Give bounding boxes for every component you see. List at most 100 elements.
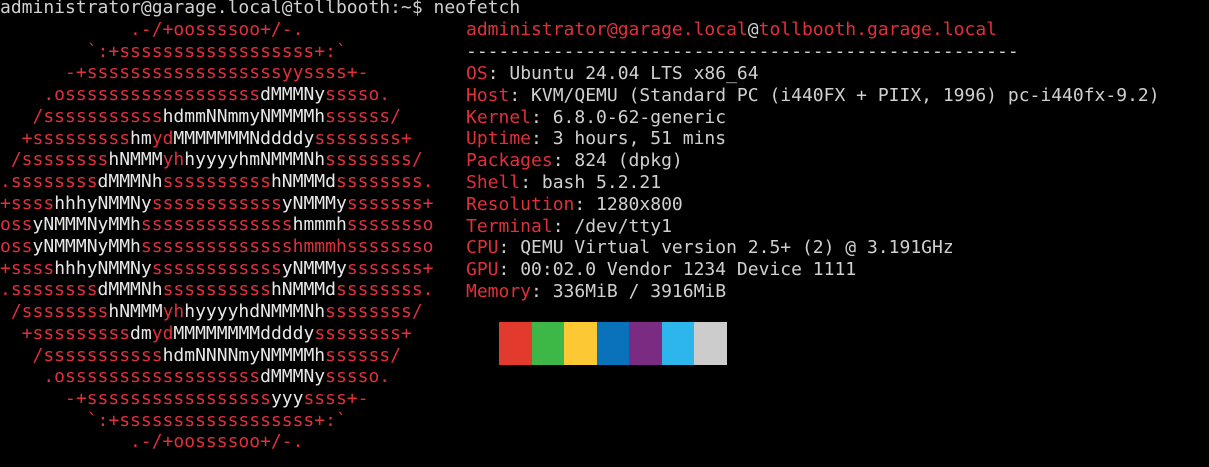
color-swatch: [499, 322, 532, 365]
prompt-path: :~$: [390, 0, 423, 18]
logo-segment: hNMMM: [108, 149, 163, 171]
logo-line: /ssssssssssshdmNNNNmyNMMMMhssssss/: [0, 345, 401, 367]
logo-segment: .ossssssssssssssssss: [0, 366, 261, 388]
logo-segment: oss: [0, 214, 33, 236]
logo-segment: hm: [130, 127, 152, 149]
logo-segment: yNMMMNyMMh: [32, 236, 141, 257]
logo-line: /sssssssshNMMMyhhyyyyhdNMMMNhssssssss/: [0, 301, 423, 323]
info-separator: ----------------------------------------…: [466, 41, 1019, 62]
logo-segment: ssssssss.: [335, 170, 434, 192]
color-palette-blocks: [499, 322, 727, 365]
logo-segment: ssssssssssss: [151, 192, 282, 214]
info-field-value: : 336MiB / 3916MiB: [531, 281, 727, 302]
info-field-cpu: CPU: QEMU Virtual version 2.5+ (2) @ 3.1…: [466, 237, 954, 259]
info-field-value: : /dev/tty1: [552, 215, 672, 237]
color-swatch: [564, 322, 597, 365]
logo-segment: ssssssss/: [325, 301, 423, 323]
logo-segment: hNMMMd: [270, 170, 336, 192]
logo-line: .ssssssssdMMMNhsssssssssshNMMMdssssssss.: [0, 171, 434, 193]
info-field-key: GPU: [466, 259, 499, 281]
logo-segment: .-/+oossssoo+/-.: [0, 431, 304, 453]
logo-segment: oss: [0, 236, 33, 257]
logo-segment: /ssssssss: [0, 149, 109, 171]
info-field-memory: Memory: 336MiB / 3916MiB: [466, 281, 726, 303]
logo-segment: hhhyNMMNy: [54, 192, 152, 214]
logo-line: +sssshhhyNMMNyssssssssssssyNMMMysssssss+: [0, 193, 434, 215]
info-field-key: Uptime: [466, 128, 532, 150]
info-field-key: Terminal: [466, 215, 553, 237]
info-field-value: : 1280x800: [574, 193, 683, 215]
logo-segment: MMMMMMMMddddy: [173, 322, 315, 344]
logo-segment: +ssss: [0, 192, 55, 214]
info-field-key: Shell: [466, 172, 521, 193]
logo-line: .-/+oossssoo+/-.: [0, 19, 303, 41]
info-field-value: : Ubuntu 24.04 LTS x86_64: [487, 63, 759, 84]
logo-line: ossyNMMMNyMMhsssssssssssssshmmmhssssssso: [0, 214, 434, 236]
info-field-key: OS: [466, 63, 488, 84]
logo-segment: yNMMMy: [281, 257, 347, 279]
info-field-host: Host: KVM/QEMU (Standard PC (i440FX + PI…: [466, 85, 1160, 107]
logo-line: .ssssssssdMMMNhsssssssssshNMMMdssssssss.: [0, 279, 434, 301]
logo-segment: .ssssssss: [0, 279, 98, 301]
logo-line: /ssssssssssshdmmNNmmyNMMMMhssssss/: [0, 106, 401, 128]
info-field-kernel: Kernel: 6.8.0-62-generic: [466, 107, 726, 129]
logo-segment: hmmmh: [292, 214, 347, 236]
logo-segment: ssssssssss: [162, 170, 271, 192]
logo-segment: dm: [130, 322, 152, 344]
logo-segment: sssssss+: [346, 192, 434, 214]
info-field-key: Packages: [466, 150, 553, 172]
info-field-value: : 3 hours, 51 mins: [531, 128, 727, 150]
info-field-value: : 824 (dpkg): [552, 150, 683, 172]
logo-line: `:+ssssssssssssssssss+:`: [0, 41, 347, 63]
logo-segment: yd: [151, 127, 174, 149]
logo-segment: hNMMM: [108, 301, 163, 323]
info-field-value: : QEMU Virtual version 2.5+ (2) @ 3.191G…: [498, 237, 954, 259]
logo-segment: ssss+-: [303, 387, 369, 409]
logo-line: .ossssssssssssssssssdMMMNysssso.: [0, 366, 390, 388]
logo-segment: dMMMNh: [97, 279, 163, 301]
info-field-key: Memory: [466, 281, 532, 302]
info-field-key: Kernel: [466, 106, 532, 128]
logo-line: +sssshhhyNMMNyssssssssssssyNMMMysssssss+: [0, 258, 434, 280]
logo-segment: yNMMMy: [281, 192, 347, 214]
logo-segment: yNMMMNyMMh: [32, 214, 141, 236]
logo-segment: .ossssssssssssssssss: [0, 84, 261, 106]
logo-segment: ssssssssss: [162, 279, 271, 301]
logo-line: +sssssssssdmydMMMMMMMMddddyssssssss+: [0, 323, 412, 345]
logo-segment: ssssssss/: [325, 149, 423, 171]
color-swatch: [596, 322, 629, 365]
logo-segment: ssssssss+: [314, 322, 412, 344]
info-title-at: @: [747, 19, 759, 40]
logo-segment: .-/+oossssoo+/-.: [0, 19, 304, 40]
logo-segment: yh: [162, 149, 185, 171]
prompt-user-host: administrator@garage.local@tollbooth: [0, 0, 391, 18]
logo-line: +ssssssssshmydMMMMMMMNddddyssssssss+: [0, 128, 412, 150]
info-title-host: tollbooth.garage.local: [758, 19, 998, 40]
logo-line: -+sssssssssssssssssyyyssss+-: [0, 388, 368, 410]
color-swatch: [661, 322, 694, 365]
logo-segment: sssso.: [325, 366, 391, 388]
logo-segment: MMMMMMMNddddy: [173, 127, 315, 149]
info-field-value: : bash 5.2.21: [520, 172, 662, 193]
info-field-packages: Packages: 824 (dpkg): [466, 150, 683, 172]
logo-line: `:+ssssssssssssssssss+:`: [0, 410, 347, 432]
logo-segment: sssssss+: [346, 257, 434, 279]
logo-segment: ssssssso: [346, 214, 434, 236]
logo-segment: sssso.: [325, 84, 391, 106]
logo-segment: ssssss/: [325, 344, 401, 366]
logo-segment: hyyyyhmNMMMNh: [184, 149, 326, 171]
info-field-key: Host: [466, 84, 510, 106]
info-field-value: : KVM/QEMU (Standard PC (i440FX + PIIX, …: [509, 84, 1160, 106]
color-swatch: [531, 322, 564, 365]
logo-segment: +sssssssss: [0, 322, 131, 344]
shell-prompt-line: administrator@garage.local@tollbooth:~$ …: [0, 0, 520, 19]
logo-line: /sssssssshNMMMyhhyyyyhmNMMMNhssssssss/: [0, 149, 423, 171]
logo-segment: ssssssssssssss: [140, 214, 293, 236]
logo-segment: `:+ssssssssssssssssss+:`: [0, 409, 347, 431]
logo-segment: /sssssssssss: [0, 105, 163, 127]
logo-segment: ssssssss+: [314, 127, 412, 149]
logo-segment: -+sssssssssssssssss: [0, 387, 271, 409]
logo-segment: dMMMNy: [260, 84, 326, 106]
info-title: administrator@garage.local@tollbooth.gar…: [466, 19, 997, 41]
logo-segment: sssssssssssssshmmmhssssssso: [140, 236, 434, 257]
